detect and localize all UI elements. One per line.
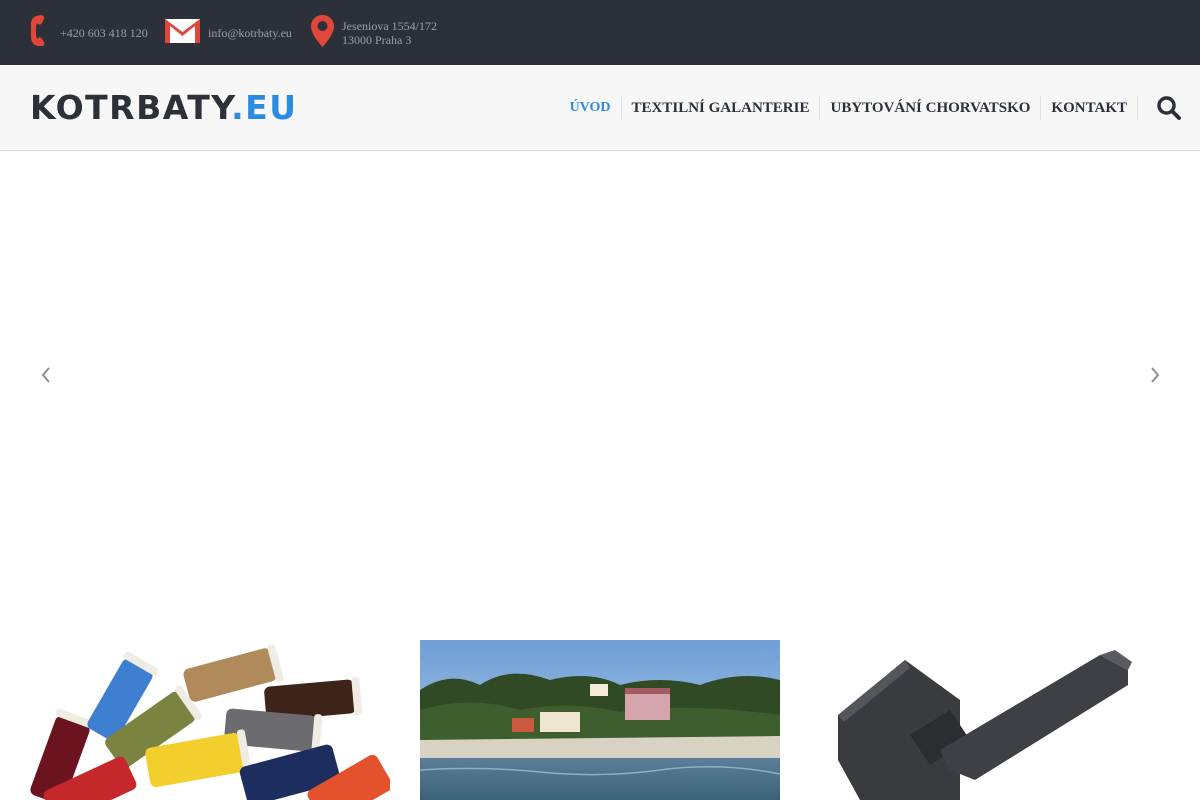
phone-number: +420 603 418 120 (60, 25, 148, 40)
slider-next-button[interactable] (1145, 365, 1165, 385)
nav-item-uvod[interactable]: ÚVOD (560, 96, 621, 120)
search-button[interactable] (1156, 95, 1182, 121)
card-thread-spools[interactable] (30, 640, 390, 800)
thread-spools-image (30, 640, 390, 800)
nav-item-textilni-galanterie[interactable]: TEXTILNÍ GALANTERIE (620, 96, 820, 120)
contact-phone[interactable]: +420 603 418 120 (30, 0, 148, 65)
site-header: KOTRBATY.EU ÚVOD TEXTILNÍ GALANTERIE UBY… (0, 65, 1200, 151)
contact-email[interactable]: info@kotrbaty.eu (165, 0, 292, 65)
nav-item-kontakt[interactable]: KONTAKT (1040, 96, 1137, 120)
seaside-village-image (420, 640, 780, 800)
hero-slider (0, 151, 1200, 601)
map-pin-icon (311, 14, 334, 51)
search-icon (1157, 96, 1181, 120)
mail-icon (165, 18, 200, 47)
card-door-handle[interactable] (810, 640, 1170, 800)
logo-main: KOTRBATY (30, 88, 232, 127)
slider-prev-button[interactable] (36, 365, 56, 385)
card-croatia-accommodation[interactable] (420, 640, 780, 800)
address-line-2: 13000 Praha 3 (342, 32, 412, 47)
contact-address: Jeseniova 1554/172 13000 Praha 3 (311, 0, 437, 65)
chevron-left-icon (41, 367, 50, 383)
nav-item-ubytovani-chorvatsko[interactable]: UBYTOVÁNÍ CHORVATSKO (819, 96, 1040, 120)
site-logo[interactable]: KOTRBATY.EU (30, 88, 298, 128)
main-nav: ÚVOD TEXTILNÍ GALANTERIE UBYTOVÁNÍ CHORV… (560, 95, 1138, 121)
address-line-1: Jeseniova 1554/172 (342, 18, 437, 33)
chevron-right-icon (1151, 367, 1160, 383)
logo-accent: .EU (231, 88, 298, 127)
email-address: info@kotrbaty.eu (208, 25, 292, 40)
phone-icon (30, 14, 52, 51)
nav-divider (1137, 96, 1138, 120)
door-handle-image (810, 640, 1170, 800)
top-contact-bar: +420 603 418 120 info@kotrbaty.eu Jeseni… (0, 0, 1200, 65)
